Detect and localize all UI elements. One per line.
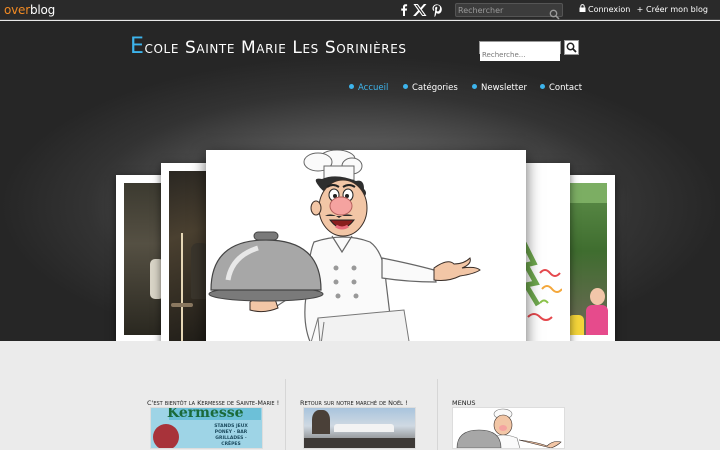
market-crowd — [304, 438, 415, 448]
post-title[interactable]: Retour sur notre marché de Noël ! — [300, 399, 408, 407]
create-blog-link[interactable]: + Créer mon blog — [636, 4, 708, 15]
facebook-icon[interactable] — [397, 3, 411, 17]
carousel-slide-main[interactable] — [206, 150, 526, 367]
card-divider — [285, 379, 286, 450]
post-card[interactable]: Retour sur notre marché de Noël ! — [285, 379, 425, 450]
login-label: Connexion — [588, 5, 631, 14]
nav-accueil[interactable]: Accueil — [349, 83, 388, 94]
child-face — [590, 288, 605, 305]
x-twitter-icon[interactable] — [413, 3, 427, 17]
site-title[interactable]: Ecole Sainte Marie Les Sorinières — [130, 34, 407, 59]
blog-search-button[interactable] — [564, 40, 579, 55]
carousel-slide-right[interactable] — [520, 163, 570, 355]
blog-search-input[interactable] — [480, 49, 560, 61]
topbar-search — [455, 3, 563, 20]
overblog-logo[interactable]: overblog — [4, 2, 55, 18]
nav-categories[interactable]: Catégories — [403, 83, 458, 94]
kermesse-badge — [153, 424, 179, 448]
card-divider — [437, 379, 438, 450]
post-thumbnail[interactable]: Kermesse STANDS JEUX PONEY · BAR GRILLAD… — [150, 407, 263, 449]
nav-bullet-icon — [472, 84, 477, 89]
blog-search — [479, 41, 561, 61]
post-thumbnail[interactable] — [303, 407, 416, 449]
create-blog-label: Créer mon blog — [646, 5, 708, 14]
nav-bullet-icon — [403, 84, 408, 89]
content-area: C'est bientôt la Kermesse de Sainte-Mari… — [0, 341, 720, 450]
search-icon — [566, 42, 577, 53]
nav-label: Newsletter — [481, 83, 527, 93]
child-shirt-yellow — [568, 315, 584, 335]
market-tent — [334, 424, 394, 432]
pinterest-icon[interactable] — [430, 3, 444, 17]
post-card[interactable]: MENUS — [437, 379, 577, 450]
nav-newsletter[interactable]: Newsletter — [472, 83, 527, 94]
logo-part2: blog — [29, 3, 56, 17]
post-thumbnail[interactable] — [452, 407, 565, 449]
site-title-initial: E — [130, 34, 145, 59]
post-title[interactable]: C'est bientôt la Kermesse de Sainte-Mari… — [147, 399, 279, 407]
topbar-search-input[interactable] — [458, 4, 546, 16]
search-icon[interactable] — [549, 5, 560, 20]
market-tree — [312, 410, 330, 434]
logo-part1: over — [4, 3, 30, 17]
nav-bullet-icon — [540, 84, 545, 89]
kermesse-caption: STANDS JEUX PONEY · BAR GRILLADES · CRÊP… — [214, 424, 248, 447]
post-card[interactable]: C'est bientôt la Kermesse de Sainte-Mari… — [147, 379, 287, 450]
stage-light — [181, 233, 183, 343]
nav-label: Accueil — [358, 83, 389, 93]
photo-banner — [568, 183, 607, 203]
login-link[interactable]: Connexion — [578, 4, 630, 15]
site-title-rest: cole Sainte Marie Les Sorinières — [144, 38, 407, 58]
christmas-craft-drawing — [521, 241, 562, 321]
chef-illustration — [208, 150, 481, 367]
post-title[interactable]: MENUS — [452, 399, 475, 407]
child-shirt — [586, 305, 608, 335]
chef-thumbnail — [456, 408, 562, 448]
stage-stool — [171, 303, 193, 307]
kermesse-heading: Kermesse — [167, 407, 244, 421]
nav-bullet-icon — [349, 84, 354, 89]
overblog-topbar: overblog Connexion +Créer mon blog — [0, 0, 720, 20]
lock-icon — [578, 4, 586, 15]
plus-icon: + — [636, 5, 644, 14]
nav-label: Contact — [549, 83, 583, 93]
nav-label: Catégories — [412, 83, 458, 93]
nav-contact[interactable]: Contact — [540, 83, 582, 94]
